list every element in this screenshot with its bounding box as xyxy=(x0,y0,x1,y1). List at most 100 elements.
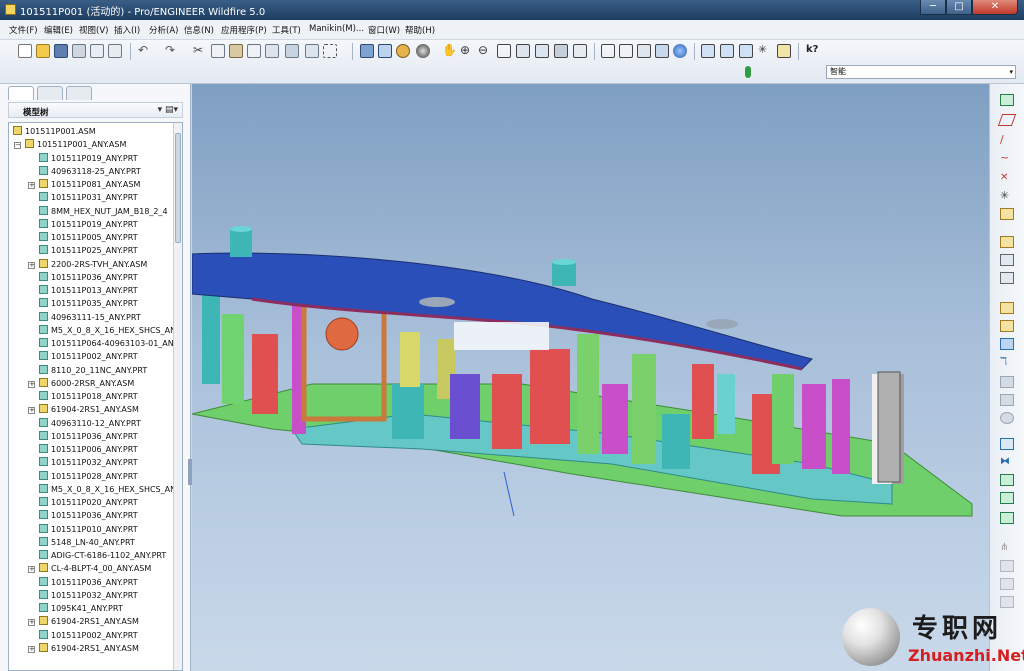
tree-row[interactable]: 101511P031_ANY.PRT xyxy=(39,192,182,205)
tree-row[interactable]: +61904-2RS1_ANY.ASM xyxy=(28,404,182,417)
tree-row[interactable]: 101511P036_ANY.PRT xyxy=(39,271,182,285)
tree-row[interactable]: 101511P001.ASM xyxy=(13,126,173,139)
hole-icon[interactable]: ℸ xyxy=(1000,356,1014,368)
menu-file[interactable]: 文件(F) xyxy=(9,24,38,36)
expand-icon[interactable]: + xyxy=(28,380,35,388)
tree-row[interactable]: 101511P036_ANY.PRT xyxy=(39,510,182,523)
paste-icon[interactable] xyxy=(229,44,243,58)
refit-icon[interactable] xyxy=(497,44,511,58)
offset-icon[interactable]: ⋔ xyxy=(1000,542,1014,554)
no-hidden-icon[interactable] xyxy=(637,44,651,58)
tree-row[interactable]: 101511P002_ANY.PRT xyxy=(39,351,182,364)
tree-row[interactable]: 101511P002_ANY.PRT xyxy=(39,629,182,643)
tree-row[interactable]: 40963110-12_ANY.PRT xyxy=(39,417,182,431)
datum-point-icon[interactable]: ✕ xyxy=(1000,172,1014,184)
open-icon[interactable] xyxy=(36,44,50,58)
menu-applications[interactable]: 应用程序(P) xyxy=(221,24,267,36)
menu-tools[interactable]: 工具(T) xyxy=(272,24,301,36)
thicken-icon[interactable] xyxy=(1000,560,1014,572)
revolve-icon[interactable] xyxy=(1000,320,1014,332)
tree-row[interactable]: 8MM_HEX_NUT_JAM_B18_2_4 xyxy=(39,205,182,219)
appearance-icon[interactable] xyxy=(416,44,430,58)
print-icon[interactable] xyxy=(72,44,86,58)
tree-row[interactable]: M5_X_0_8_X_16_HEX_SHCS_AN xyxy=(39,324,182,338)
tree-row[interactable]: ADIG-CT-6186-1102_ANY.PRT xyxy=(39,550,182,563)
view-manager-icon[interactable] xyxy=(573,44,587,58)
scrollbar-thumb[interactable] xyxy=(175,133,181,243)
tree-row[interactable]: 40963111-15_ANY.PRT xyxy=(39,311,182,325)
tab-folder-browser[interactable] xyxy=(37,86,63,100)
expand-icon[interactable]: + xyxy=(28,619,35,627)
package-icon[interactable] xyxy=(1000,272,1014,284)
shading-icon[interactable] xyxy=(655,44,669,58)
expand-icon[interactable]: + xyxy=(28,261,35,269)
tree-row[interactable]: +61904-2RS1_ANY.ASM xyxy=(28,642,182,656)
tree-row[interactable]: + CL-4-BLPT-4_00_ANY.ASM xyxy=(28,563,182,576)
merge-icon[interactable] xyxy=(1000,474,1014,486)
maximize-button[interactable]: □ xyxy=(946,0,972,15)
tree-row[interactable]: 8110_20_11NC_ANY.PRT xyxy=(39,364,182,378)
menu-edit[interactable]: 编辑(E) xyxy=(44,24,73,36)
undo-icon[interactable]: ↶ xyxy=(138,44,152,58)
tree-row[interactable]: 101511P020_ANY.PRT xyxy=(39,497,182,510)
coordinate-systems-icon[interactable]: ✳ xyxy=(758,44,772,58)
redo-icon[interactable]: ↷ xyxy=(165,44,179,58)
select-box-icon[interactable] xyxy=(323,44,337,58)
menu-analysis[interactable]: 分析(A) xyxy=(149,24,178,36)
regenerate-icon[interactable] xyxy=(265,44,279,58)
pattern-icon[interactable] xyxy=(1000,438,1014,450)
tree-row[interactable]: 101511P019_ANY.PRT xyxy=(39,218,182,232)
tree-row[interactable]: 101511P013_ANY.PRT xyxy=(39,285,182,298)
close-button[interactable]: ✕ xyxy=(972,0,1018,15)
tree-row[interactable]: +101511P081_ANY.ASM xyxy=(28,179,182,192)
analysis-feature-icon[interactable] xyxy=(1000,208,1014,220)
tab-favorites[interactable] xyxy=(66,86,92,100)
datum-planes-icon[interactable] xyxy=(701,44,715,58)
saved-views-icon[interactable] xyxy=(535,44,549,58)
cut-icon[interactable]: ✂ xyxy=(193,44,207,58)
reorient-icon[interactable] xyxy=(516,44,530,58)
layers-icon[interactable] xyxy=(554,44,568,58)
datum-plane-icon[interactable] xyxy=(997,114,1017,126)
sweep-icon[interactable] xyxy=(1000,338,1014,350)
tree-row[interactable]: 1095K41_ANY.PRT xyxy=(39,603,182,616)
annotations-icon[interactable] xyxy=(777,44,791,58)
menu-info[interactable]: 信息(N) xyxy=(184,24,214,36)
save-icon[interactable] xyxy=(54,44,68,58)
tree-row[interactable]: 101511P032_ANY.PRT xyxy=(39,589,182,603)
sketch-plane-icon[interactable] xyxy=(1000,94,1014,106)
find-icon[interactable] xyxy=(285,44,299,58)
tree-row[interactable]: 101511P018_ANY.PRT xyxy=(39,391,182,404)
rib-icon[interactable] xyxy=(1000,394,1014,406)
tree-row[interactable]: 101511P064-40963103-01_AN xyxy=(39,338,182,351)
create-component-icon[interactable] xyxy=(1000,254,1014,266)
tree-settings-button[interactable]: ▾ ▤▾ xyxy=(158,105,178,115)
expand-icon[interactable]: + xyxy=(28,182,35,189)
menu-view[interactable]: 视图(V) xyxy=(79,24,108,36)
minimize-button[interactable]: ─ xyxy=(920,0,946,15)
wireframe-icon[interactable] xyxy=(601,44,615,58)
tree-row[interactable]: 101511P035_ANY.PRT xyxy=(39,298,182,311)
menu-window[interactable]: 窗口(W) xyxy=(368,24,400,36)
expand-icon[interactable]: + xyxy=(28,645,35,653)
tree-row[interactable]: 101511P006_ANY.PRT xyxy=(39,444,182,457)
orient-mode-icon[interactable] xyxy=(378,44,392,58)
new-icon[interactable] xyxy=(18,44,32,58)
collapse-icon[interactable]: − xyxy=(14,142,21,150)
email-icon[interactable] xyxy=(90,44,104,58)
pan-icon[interactable]: ✋ xyxy=(442,44,457,58)
selection-filter-select[interactable]: 智能 ▾ xyxy=(826,65,1016,79)
repaint-icon[interactable] xyxy=(360,44,374,58)
tree-row[interactable]: 40963118-25_ANY.PRT xyxy=(39,165,182,179)
graphics-window[interactable] xyxy=(192,84,989,671)
tree-row[interactable]: 101511P032_ANY.PRT xyxy=(39,457,182,470)
expand-icon[interactable]: + xyxy=(28,566,35,574)
tree-row[interactable]: +6000-2RSR_ANY.ASM xyxy=(28,377,182,391)
zoom-out-icon[interactable]: ⊖ xyxy=(478,44,492,58)
tree-row[interactable]: +61904-2RS1_ANY.ASM xyxy=(28,616,182,629)
hidden-line-icon[interactable] xyxy=(619,44,633,58)
solidify-icon[interactable] xyxy=(1000,578,1014,590)
datum-points-icon[interactable] xyxy=(739,44,753,58)
tab-model-tree[interactable] xyxy=(8,86,34,100)
menu-manikin[interactable]: Manikin(M)... xyxy=(309,24,364,34)
